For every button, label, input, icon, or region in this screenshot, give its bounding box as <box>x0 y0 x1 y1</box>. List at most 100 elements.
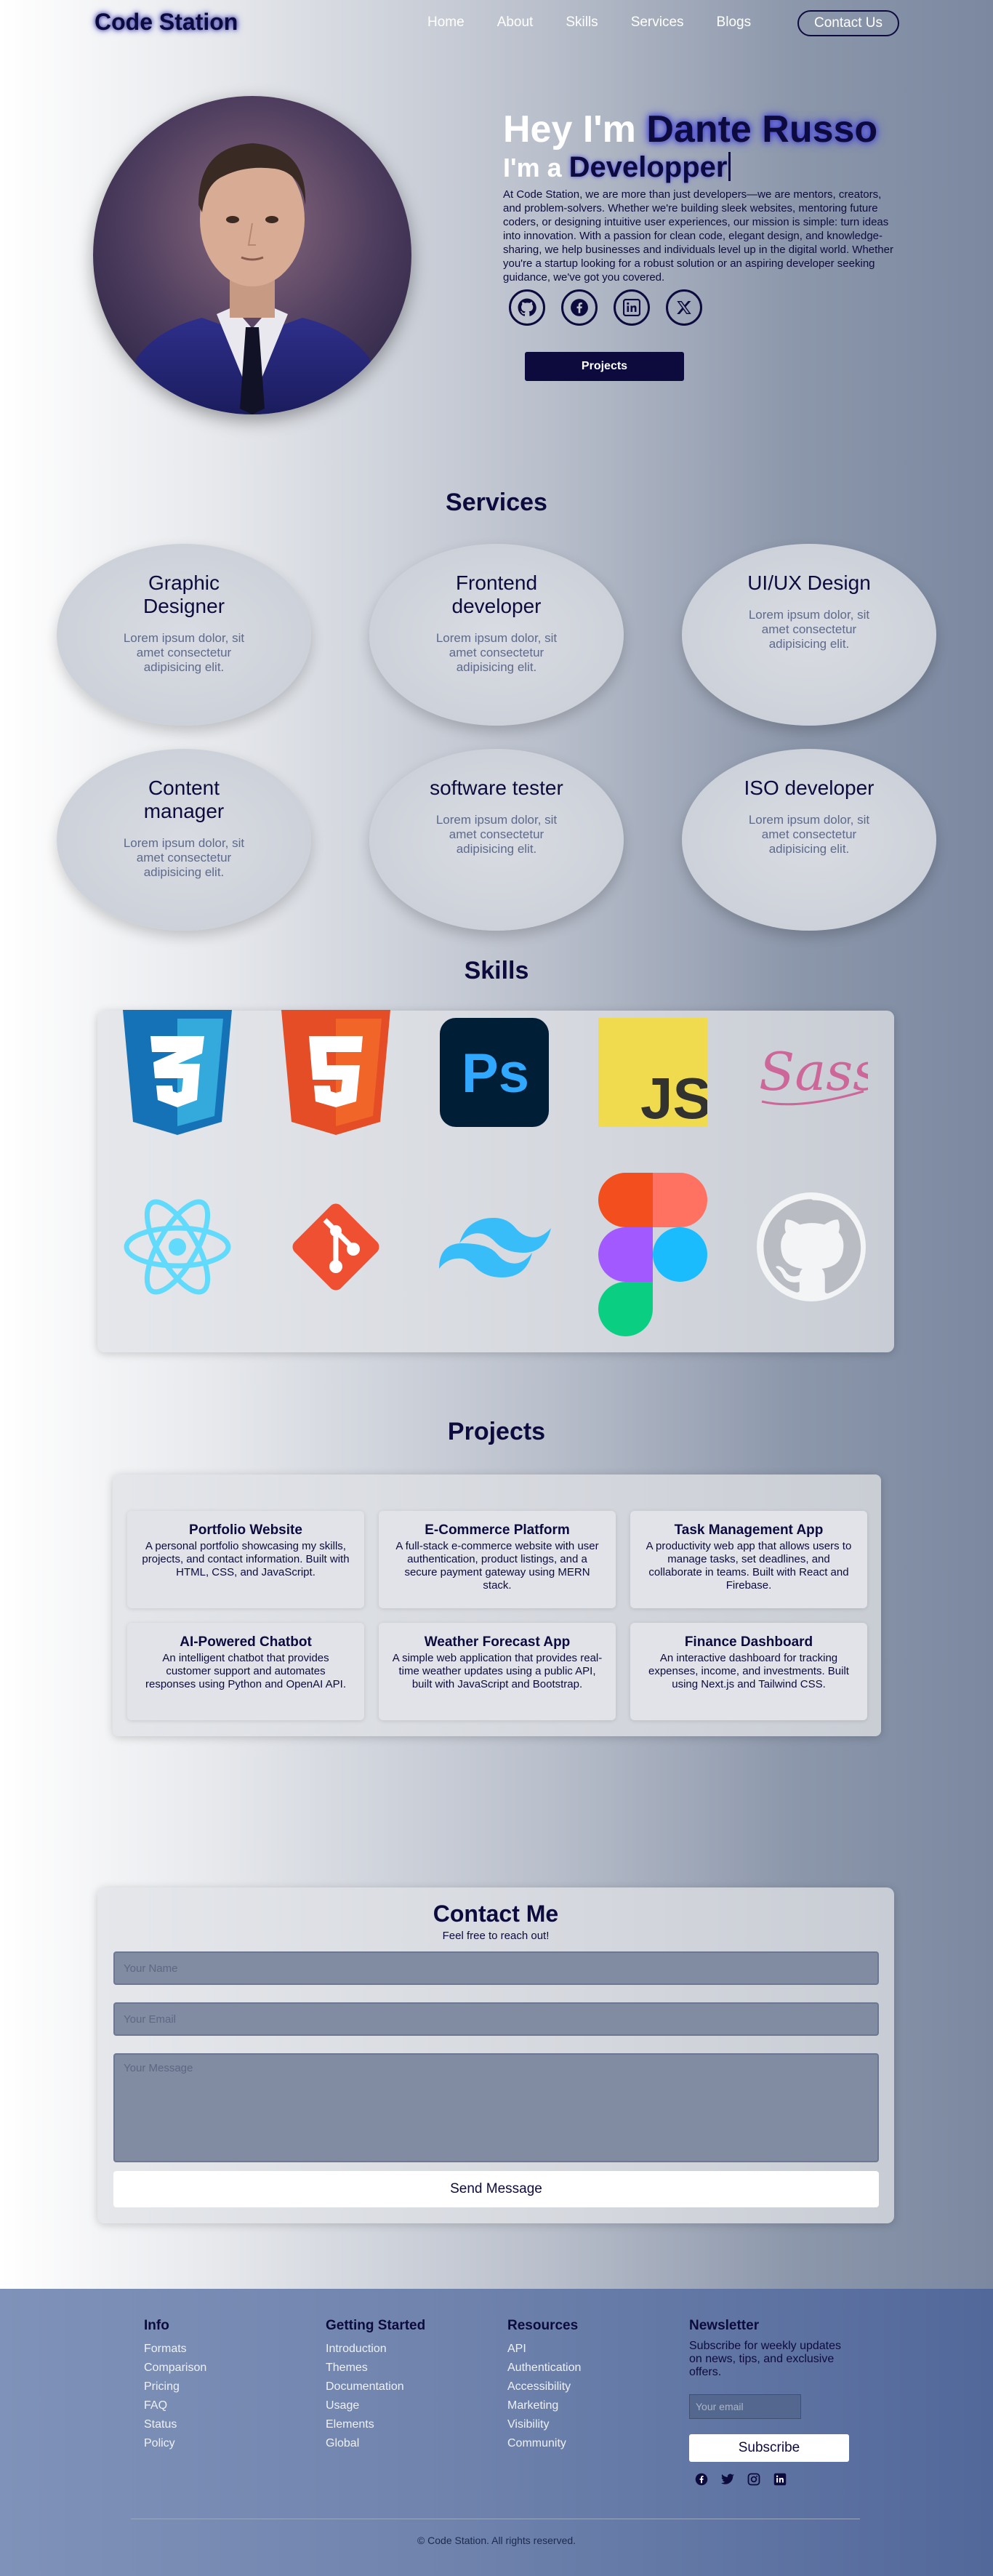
service-desc: Lorem ipsum dolor, sit amet consectetur … <box>435 631 558 674</box>
footer-heading: Resources <box>507 2318 579 2333</box>
footer-link[interactable]: Community <box>507 2434 581 2453</box>
footer-link[interactable]: Themes <box>326 2359 425 2378</box>
hero-subheading: I'm a Developper <box>503 151 731 184</box>
project-desc: A productivity web app that allows users… <box>646 1540 852 1592</box>
service-card: ISO developer Lorem ipsum dolor, sit ame… <box>682 749 936 931</box>
footer-link[interactable]: Accessibility <box>507 2378 581 2396</box>
send-message-button[interactable]: Send Message <box>113 2171 879 2207</box>
nav-link-skills[interactable]: Skills <box>566 15 598 31</box>
facebook-icon[interactable] <box>561 289 598 326</box>
instagram-icon[interactable] <box>747 2472 761 2487</box>
footer-social-icons <box>694 2472 799 2487</box>
service-desc: Lorem ipsum dolor, sit amet consectetur … <box>435 813 558 856</box>
newsletter-email-input[interactable] <box>689 2394 801 2419</box>
contact-us-button[interactable]: Contact Us <box>797 10 899 36</box>
footer-link[interactable]: Formats <box>144 2340 206 2359</box>
footer-link[interactable]: Documentation <box>326 2378 425 2396</box>
project-card[interactable]: Finance Dashboard An interactive dashboa… <box>630 1623 867 1720</box>
hero-greeting: Hey I'm <box>503 108 636 151</box>
project-desc: A personal portfolio showcasing my skill… <box>142 1540 350 1578</box>
projects-button[interactable]: Projects <box>525 352 684 381</box>
copyright-text: © Code Station. All rights reserved. <box>417 2535 576 2546</box>
footer-link[interactable]: Authentication <box>507 2359 581 2378</box>
html5-icon <box>278 1010 394 1135</box>
service-desc: Lorem ipsum dolor, sit amet consectetur … <box>123 631 245 674</box>
footer-link[interactable]: FAQ <box>144 2396 206 2415</box>
contact-form: Contact Me Feel free to reach out! Send … <box>97 1887 894 2223</box>
github-icon[interactable] <box>509 289 545 326</box>
service-name: Frontend developer <box>451 571 542 617</box>
footer-link[interactable]: Status <box>144 2415 206 2434</box>
github-icon <box>753 1185 869 1309</box>
contact-title: Contact Me <box>433 1901 559 1927</box>
contact-subtitle: Feel free to reach out! <box>442 1930 550 1942</box>
linkedin-icon[interactable] <box>773 2472 787 2487</box>
service-name: Content manager <box>143 777 225 822</box>
project-card[interactable]: Portfolio Website A personal portfolio s… <box>127 1511 364 1608</box>
footer-link[interactable]: Global <box>326 2434 425 2453</box>
nav-link-services[interactable]: Services <box>631 15 684 31</box>
nav-link-about[interactable]: About <box>497 15 534 31</box>
footer-heading: Newsletter <box>689 2318 760 2333</box>
services-title: Services <box>446 489 547 516</box>
email-field[interactable] <box>113 2002 879 2036</box>
facebook-icon[interactable] <box>694 2472 709 2487</box>
sass-label: Sass <box>759 1041 868 1102</box>
photoshop-icon: Ps <box>436 1011 552 1134</box>
projects-title: Projects <box>447 1418 546 1445</box>
service-name: Graphic Designer <box>142 571 225 617</box>
service-desc: Lorem ipsum dolor, sit amet consectetur … <box>748 608 870 651</box>
service-desc: Lorem ipsum dolor, sit amet consectetur … <box>748 813 870 856</box>
linkedin-icon[interactable] <box>614 289 650 326</box>
sass-icon: Sass <box>753 1011 869 1134</box>
twitter-icon[interactable] <box>720 2472 735 2487</box>
footer-col-info: Info Formats Comparison Pricing FAQ Stat… <box>144 2318 206 2453</box>
service-desc: Lorem ipsum dolor, sit amet consectetur … <box>123 836 245 879</box>
nav-links: Home About Skills Services Blogs <box>427 15 784 31</box>
git-icon <box>278 1185 394 1309</box>
footer-link[interactable]: Pricing <box>144 2378 206 2396</box>
service-card: Graphic Designer Lorem ipsum dolor, sit … <box>57 544 311 726</box>
x-icon[interactable] <box>666 289 702 326</box>
hero-description: At Code Station, we are more than just d… <box>503 188 893 284</box>
project-desc: A full-stack e-commerce website with use… <box>395 1540 599 1592</box>
nav-link-blogs[interactable]: Blogs <box>717 15 752 31</box>
navbar: Code Station Home About Skills Services … <box>0 0 993 47</box>
react-icon <box>119 1185 236 1309</box>
hero-social-links <box>509 289 718 326</box>
footer-heading: Info <box>144 2318 169 2333</box>
figma-icon <box>595 1171 711 1338</box>
footer-link[interactable]: Marketing <box>507 2396 581 2415</box>
project-title: Portfolio Website <box>189 1522 302 1538</box>
profile-portrait <box>93 96 411 414</box>
project-card[interactable]: Weather Forecast App A simple web applic… <box>379 1623 616 1720</box>
nav-link-home[interactable]: Home <box>427 15 465 31</box>
project-desc: An interactive dashboard for tracking ex… <box>648 1652 849 1690</box>
subscribe-button[interactable]: Subscribe <box>689 2434 849 2462</box>
project-card[interactable]: AI-Powered Chatbot An intelligent chatbo… <box>127 1623 364 1720</box>
hero-role: Developper <box>568 151 728 183</box>
project-title: Finance Dashboard <box>684 1634 813 1650</box>
footer-link[interactable]: Visibility <box>507 2415 581 2434</box>
css3-icon <box>119 1010 236 1135</box>
typing-caret <box>728 152 731 181</box>
footer-col-newsletter: Newsletter Subscribe for weekly updates … <box>689 2318 853 2379</box>
project-card[interactable]: E-Commerce Platform A full-stack e-comme… <box>379 1511 616 1608</box>
message-field[interactable] <box>113 2053 879 2162</box>
footer-link[interactable]: Policy <box>144 2434 206 2453</box>
footer-link[interactable]: Elements <box>326 2415 425 2434</box>
skills-title: Skills <box>464 957 529 984</box>
javascript-icon: JS <box>595 1011 711 1134</box>
site-logo[interactable]: Code Station <box>95 9 238 36</box>
name-field[interactable] <box>113 1951 879 1985</box>
project-card[interactable]: Task Management App A productivity web a… <box>630 1511 867 1608</box>
project-title: Task Management App <box>674 1522 824 1538</box>
footer-link[interactable]: API <box>507 2340 581 2359</box>
skills-grid: Ps JS Sass <box>97 1010 894 1352</box>
service-name: software tester <box>430 777 563 799</box>
footer-col-getting-started: Getting Started Introduction Themes Docu… <box>326 2318 425 2453</box>
footer-col-resources: Resources API Authentication Accessibili… <box>507 2318 581 2453</box>
footer-link[interactable]: Usage <box>326 2396 425 2415</box>
footer-link[interactable]: Introduction <box>326 2340 425 2359</box>
footer-link[interactable]: Comparison <box>144 2359 206 2378</box>
